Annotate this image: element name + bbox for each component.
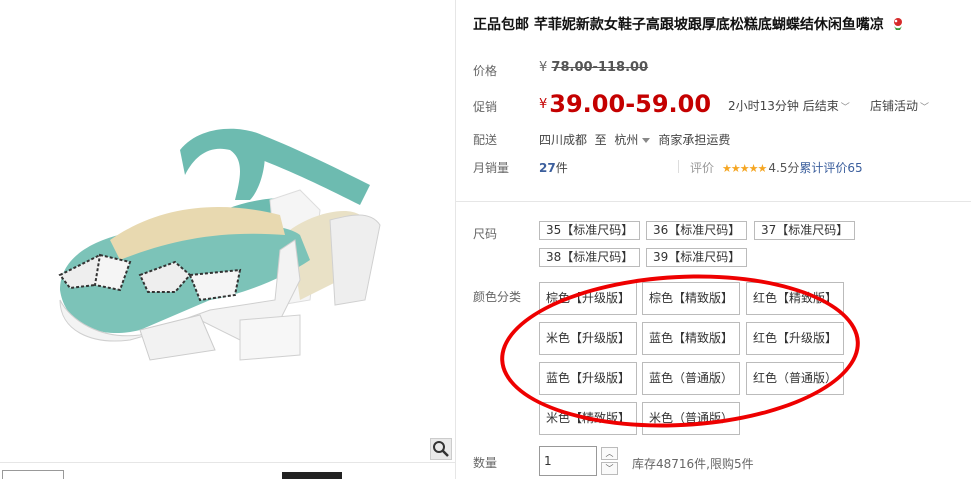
review-count-link[interactable]: 累计评价65 — [799, 161, 862, 175]
size-option[interactable]: 35【标准尺码】 — [539, 221, 641, 240]
color-option[interactable]: 红色（普通版） — [746, 362, 845, 395]
chevron-down-icon: ﹀ — [840, 103, 850, 113]
thumbnail-strip-border — [0, 462, 455, 463]
size-label: 尺码 — [473, 227, 498, 241]
product-title: 正品包邮 芊菲妮新款女鞋子高跟坡跟厚底松糕底蝴蝶结休闲鱼嘴凉 — [473, 14, 906, 34]
color-option[interactable]: 米色【升级版】 — [539, 322, 638, 355]
section-divider — [456, 201, 971, 202]
monthly-sales: 27件 — [539, 161, 568, 175]
size-option[interactable]: 37【标准尺码】 — [754, 221, 856, 240]
promo-price: ¥39.00-59.00 — [539, 90, 712, 118]
size-option[interactable]: 36【标准尺码】 — [646, 221, 748, 240]
color-option[interactable]: 米色（普通版） — [642, 402, 741, 435]
review-summary: 评价 ★★★★★ 4.5分累计评价65 — [690, 161, 863, 175]
flower-icon — [893, 18, 902, 30]
zoom-button[interactable] — [430, 438, 452, 460]
color-option[interactable]: 蓝色（普通版） — [642, 362, 741, 395]
color-option[interactable]: 蓝色【精致版】 — [642, 322, 741, 355]
price-label: 价格 — [473, 64, 498, 78]
shipping-label: 配送 — [473, 133, 498, 147]
shop-activity-dropdown[interactable]: 店铺活动 ﹀ — [870, 97, 929, 114]
color-label: 颜色分类 — [473, 290, 522, 304]
quantity-decrease-button[interactable]: ﹀ — [601, 462, 618, 475]
monthly-sales-label: 月销量 — [473, 161, 510, 175]
shipping-info: 四川成都 至 杭州 商家承担运费 — [539, 133, 731, 147]
size-option[interactable]: 39【标准尺码】 — [646, 248, 748, 267]
caret-down-icon[interactable] — [642, 138, 651, 143]
chevron-up-icon: ︿ — [605, 449, 614, 458]
quantity-input[interactable]: 1 — [539, 446, 597, 476]
product-gallery — [0, 0, 456, 479]
stock-note: 库存48716件,限购5件 — [632, 457, 754, 471]
quantity-label: 数量 — [473, 456, 498, 470]
promo-label: 促销 — [473, 100, 498, 114]
original-price: ¥ 78.00-118.00 — [539, 60, 649, 75]
size-option[interactable]: 38【标准尺码】 — [539, 248, 641, 267]
rating-stars-icon: ★★★★★ — [722, 162, 767, 175]
product-info: 正品包邮 芊菲妮新款女鞋子高跟坡跟厚底松糕底蝴蝶结休闲鱼嘴凉 价格 ¥ 78.0… — [456, 0, 971, 479]
color-option[interactable]: 红色【精致版】 — [746, 282, 845, 315]
divider — [678, 160, 679, 173]
quantity-increase-button[interactable]: ︿ — [601, 447, 618, 460]
color-option[interactable]: 棕色【升级版】 — [539, 282, 638, 315]
color-option[interactable]: 蓝色【升级版】 — [539, 362, 638, 395]
promo-timer[interactable]: 2小时13分钟 后结束 ﹀ — [728, 97, 850, 114]
thumbnail-1[interactable] — [2, 470, 64, 479]
color-option[interactable]: 棕色【精致版】 — [642, 282, 741, 315]
magnifier-icon — [433, 441, 449, 457]
color-option[interactable]: 米色【精致版】 — [539, 402, 638, 435]
thumbnail-2[interactable] — [282, 472, 342, 479]
chevron-down-icon: ﹀ — [920, 103, 930, 113]
color-option[interactable]: 红色【升级版】 — [746, 322, 845, 355]
destination-select[interactable]: 杭州 — [614, 133, 638, 147]
product-image[interactable] — [0, 0, 456, 462]
chevron-down-icon: ﹀ — [605, 464, 614, 473]
